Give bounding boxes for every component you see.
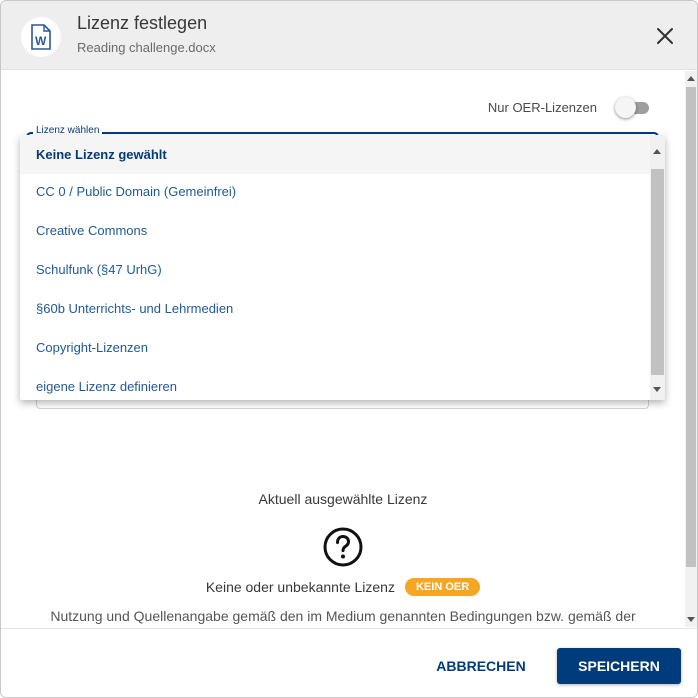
file-icon-container: W — [21, 17, 61, 57]
license-dropdown[interactable]: Keine Lizenz gewählt CC 0 / Public Domai… — [20, 135, 665, 400]
license-usage-text: Nutzung und Quellenangabe gemäß den im M… — [50, 608, 636, 624]
dialog-scrollbar-thumb[interactable] — [686, 87, 696, 567]
license-option[interactable]: CC 0 / Public Domain (Gemeinfrei) — [20, 172, 650, 211]
current-license: Keine oder unbekannte Lizenz KEIN OER — [1, 578, 685, 596]
current-license-heading: Aktuell ausgewählte Lizenz — [258, 491, 428, 507]
license-option[interactable]: Creative Commons — [20, 211, 650, 250]
dropdown-scroll-up-arrow[interactable] — [653, 149, 661, 154]
oer-toggle-label: Nur OER-Lizenzen — [487, 99, 597, 115]
dropdown-scrollbar[interactable] — [650, 135, 665, 400]
license-dialog: W Lizenz festlegen Reading challenge.doc… — [0, 0, 698, 698]
dropdown-scroll-down-arrow[interactable] — [653, 387, 661, 392]
save-button[interactable]: SPEICHERN — [557, 648, 681, 684]
file-name: Reading challenge.docx — [77, 40, 216, 55]
oer-toggle[interactable] — [615, 97, 651, 118]
dialog-title: Lizenz festlegen — [77, 13, 208, 33]
scroll-up-arrow[interactable] — [687, 76, 695, 81]
dialog-footer: ABBRECHEN SPEICHERN — [1, 628, 697, 697]
dialog-scrollbar[interactable] — [685, 71, 697, 627]
current-license-name: Keine oder unbekannte Lizenz — [205, 579, 395, 595]
svg-text:W: W — [35, 34, 47, 48]
scroll-down-arrow[interactable] — [687, 617, 695, 622]
license-option[interactable]: Copyright-Lizenzen — [20, 328, 650, 367]
oer-filter: Nur OER-Lizenzen — [487, 97, 651, 118]
license-option[interactable]: §60b Unterrichts- und Lehrmedien — [20, 289, 650, 328]
word-document-icon: W — [31, 24, 51, 50]
dropdown-scrollbar-thumb[interactable] — [651, 169, 664, 375]
kein-oer-badge: KEIN OER — [404, 578, 481, 596]
question-circle-icon — [323, 527, 363, 567]
license-option[interactable]: eigene Lizenz definieren — [20, 367, 650, 400]
license-option[interactable]: Schulfunk (§47 UrhG) — [20, 250, 650, 289]
license-option[interactable]: Keine Lizenz gewählt — [20, 135, 650, 174]
toggle-thumb — [615, 97, 636, 118]
close-icon[interactable] — [653, 24, 677, 48]
dialog-header: W Lizenz festlegen Reading challenge.doc… — [1, 1, 697, 70]
cancel-button[interactable]: ABBRECHEN — [432, 648, 530, 684]
